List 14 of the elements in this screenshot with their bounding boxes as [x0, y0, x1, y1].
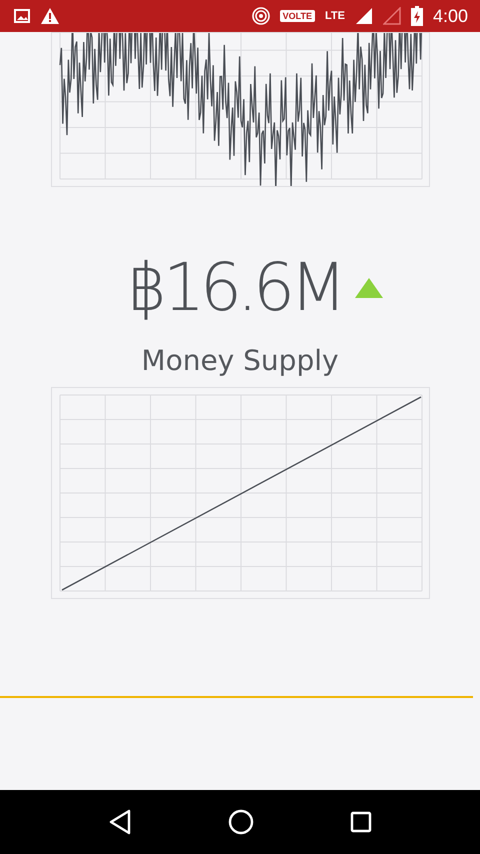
volte-badge: VOLTE [280, 10, 315, 22]
warning-icon [40, 7, 60, 25]
recents-icon[interactable] [350, 811, 372, 833]
clock: 4:00 [432, 6, 468, 26]
signal-icon [354, 7, 373, 25]
home-icon[interactable] [228, 809, 254, 835]
metric-value: ฿16.6M [126, 249, 342, 326]
image-icon [14, 9, 30, 23]
signal-icon [382, 7, 401, 25]
battery-icon [410, 6, 423, 26]
hotspot-icon [252, 7, 270, 25]
back-icon[interactable] [108, 809, 132, 835]
network-type: LTE [324, 10, 345, 22]
metric-label: Money Supply [141, 344, 339, 377]
